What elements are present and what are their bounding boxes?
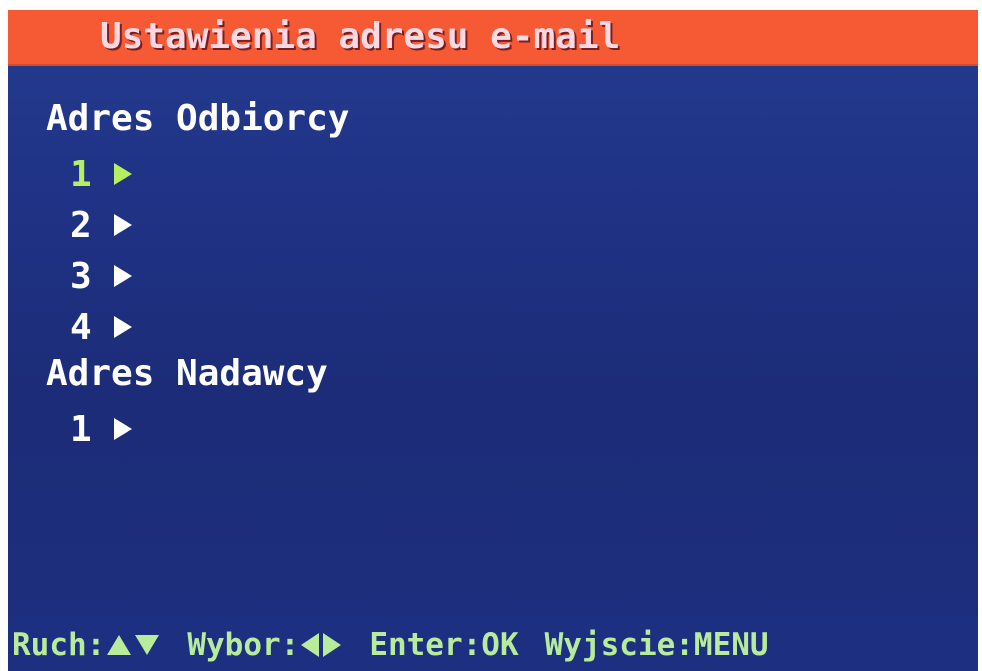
- recipient-slot-1[interactable]: 1: [70, 153, 132, 195]
- triangle-up-icon: [107, 634, 132, 655]
- triangle-left-icon: [301, 632, 320, 657]
- triangle-right-icon: [323, 632, 342, 657]
- slot-number: 2: [70, 204, 92, 246]
- help-select-label: Wybor:: [187, 626, 300, 663]
- play-triangle-icon: [114, 418, 132, 440]
- play-triangle-icon: [114, 265, 132, 287]
- slot-number: 1: [70, 153, 92, 195]
- recipient-slot-3[interactable]: 3: [70, 255, 132, 297]
- recipient-section-label: Adres Odbiorcy: [46, 98, 350, 139]
- recipient-slot-2[interactable]: 2: [70, 204, 132, 246]
- slot-number: 1: [70, 408, 92, 450]
- play-triangle-icon: [114, 163, 132, 185]
- help-move: Ruch:: [12, 627, 161, 663]
- sender-slot-1[interactable]: 1: [70, 408, 132, 450]
- sender-section-label: Adres Nadawcy: [46, 353, 328, 394]
- help-select: Wybor:: [187, 627, 343, 663]
- title-bar: Ustawienia adresu e-mail: [8, 10, 978, 66]
- play-triangle-icon: [114, 214, 132, 236]
- play-triangle-icon: [114, 316, 132, 338]
- triangle-down-icon: [135, 634, 160, 655]
- help-move-label: Ruch:: [12, 626, 106, 663]
- help-exit-label: Wyjscie:MENU: [544, 626, 769, 663]
- page-title: Ustawienia adresu e-mail: [100, 16, 621, 57]
- help-enter: Enter:OK: [369, 627, 518, 663]
- menu-content: Adres Odbiorcy 1 2 3 4 Adres Nadawcy 1: [8, 66, 978, 616]
- help-bar: Ruch: Wybor: Enter:OK Wyjscie:MENU: [8, 618, 978, 671]
- slot-number: 3: [70, 255, 92, 297]
- email-settings-screen: Ustawienia adresu e-mail Adres Odbiorcy …: [8, 10, 978, 671]
- help-enter-label: Enter:OK: [369, 626, 519, 663]
- slot-number: 4: [70, 306, 92, 348]
- recipient-slot-4[interactable]: 4: [70, 306, 132, 348]
- help-exit: Wyjscie:MENU: [545, 627, 769, 663]
